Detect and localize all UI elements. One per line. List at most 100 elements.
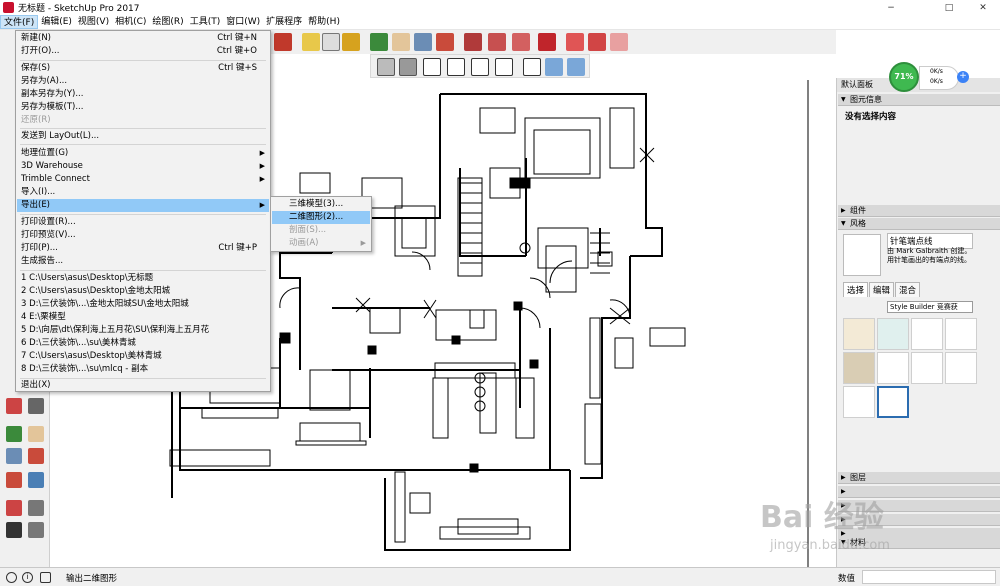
orbit-icon[interactable] bbox=[370, 33, 388, 51]
back-view-icon[interactable] bbox=[471, 58, 489, 76]
style-thumb[interactable] bbox=[945, 352, 977, 384]
menu-window[interactable]: 窗口(W) bbox=[223, 15, 263, 29]
menu-open[interactable]: 打开(O)... Ctrl 键+O bbox=[17, 45, 269, 58]
menu-save[interactable]: 保存(S) Ctrl 键+S bbox=[17, 62, 269, 75]
style-thumb[interactable] bbox=[911, 318, 943, 350]
tab-edit[interactable]: 编辑 bbox=[869, 282, 895, 297]
style-thumb[interactable] bbox=[843, 386, 875, 418]
pushpull-icon[interactable] bbox=[28, 398, 44, 414]
panel-layers[interactable]: ▶ 图层 bbox=[838, 472, 1000, 484]
paint-bucket-icon[interactable] bbox=[274, 33, 292, 51]
style-thumb[interactable] bbox=[945, 318, 977, 350]
menu-view[interactable]: 视图(V) bbox=[75, 15, 112, 29]
style-thumb-selected[interactable] bbox=[877, 386, 909, 418]
measurements-input[interactable] bbox=[862, 570, 996, 584]
menu-generate-report[interactable]: 生成报告... bbox=[17, 255, 269, 268]
style-collection-select[interactable]: Style Builder 竞赛获 bbox=[887, 301, 973, 313]
zoom-icon[interactable] bbox=[414, 33, 432, 51]
menu-geo-location[interactable]: 地理位置(G) ▶ bbox=[17, 147, 269, 160]
tab-mix[interactable]: 混合 bbox=[895, 282, 921, 297]
previous-view-icon[interactable] bbox=[28, 472, 44, 488]
menu-3d-warehouse[interactable]: 3D Warehouse ▶ bbox=[17, 160, 269, 173]
close-button[interactable]: ✕ bbox=[968, 0, 998, 15]
ruby-icon[interactable] bbox=[538, 33, 556, 51]
orbit-icon[interactable] bbox=[6, 426, 22, 442]
recent-file-6[interactable]: 6 D:\三伏装饰\...\su\美林青城 bbox=[17, 337, 269, 350]
left-view-icon[interactable] bbox=[495, 58, 513, 76]
style-thumb[interactable] bbox=[843, 352, 875, 384]
tape-measure-icon[interactable] bbox=[302, 33, 320, 51]
trimble-connect-icon[interactable] bbox=[566, 33, 584, 51]
front-view-icon[interactable] bbox=[423, 58, 441, 76]
export-3d-model[interactable]: 三维模型(3)... bbox=[272, 198, 370, 211]
info-status-icon[interactable]: i bbox=[22, 572, 33, 583]
style-thumb[interactable] bbox=[911, 352, 943, 384]
panel-components[interactable]: ▶ 组件 bbox=[838, 205, 1000, 217]
minimize-button[interactable]: − bbox=[876, 0, 906, 15]
recent-file-5[interactable]: 5 D:\向层\dt\保利海上五月花\SU\保利海上五月花 bbox=[17, 324, 269, 337]
iso-view-icon[interactable] bbox=[377, 58, 395, 76]
axes-icon[interactable] bbox=[342, 33, 360, 51]
menu-trimble-connect[interactable]: Trimble Connect ▶ bbox=[17, 173, 269, 186]
recent-file-8[interactable]: 8 D:\三伏装饰\...\su\mlcq - 副本 bbox=[17, 363, 269, 376]
menu-import[interactable]: 导入(I)... bbox=[17, 186, 269, 199]
share-model-icon[interactable] bbox=[512, 33, 530, 51]
warehouse-icon[interactable] bbox=[464, 33, 482, 51]
boost-plus-icon[interactable]: + bbox=[957, 71, 969, 83]
text-tool-icon[interactable] bbox=[322, 33, 340, 51]
export-2d-graphic[interactable]: 二维图形(2)... bbox=[272, 211, 370, 224]
pan-icon[interactable] bbox=[28, 426, 44, 442]
network-speed-widget[interactable]: 0K/s 0K/s 71% + bbox=[885, 60, 975, 96]
style-thumb[interactable] bbox=[843, 318, 875, 350]
menu-save-as[interactable]: 另存为(A)... bbox=[17, 75, 269, 88]
menu-tools[interactable]: 工具(T) bbox=[187, 15, 224, 29]
menu-new[interactable]: 新建(N) Ctrl 键+N bbox=[17, 32, 269, 45]
menu-draw[interactable]: 绘图(R) bbox=[149, 15, 186, 29]
menu-export[interactable]: 导出(E) ▶ bbox=[17, 199, 269, 212]
menu-send-to-layout[interactable]: 发送到 LayOut(L)... bbox=[17, 130, 269, 143]
pan-icon[interactable] bbox=[392, 33, 410, 51]
recent-file-4[interactable]: 4 E:\栗模型 bbox=[17, 311, 269, 324]
zoom-extents-icon[interactable] bbox=[436, 33, 454, 51]
section-display-icon[interactable] bbox=[545, 58, 563, 76]
geo-location-icon[interactable] bbox=[588, 33, 606, 51]
menu-print-setup[interactable]: 打印设置(R)... bbox=[17, 216, 269, 229]
menu-save-copy-as[interactable]: 副本另存为(Y)... bbox=[17, 88, 269, 101]
menu-print-preview[interactable]: 打印预览(V)... bbox=[17, 229, 269, 242]
position-camera-icon[interactable] bbox=[6, 500, 22, 516]
extension-warehouse-icon[interactable] bbox=[488, 33, 506, 51]
geo-location-status-icon[interactable] bbox=[6, 572, 17, 583]
recent-file-1[interactable]: 1 C:\Users\asus\Desktop\无标题 bbox=[17, 272, 269, 285]
measurements-label: 数值 bbox=[838, 574, 856, 584]
menu-extensions[interactable]: 扩展程序 bbox=[263, 15, 305, 29]
style-thumb[interactable] bbox=[877, 352, 909, 384]
zoom-extents-icon[interactable] bbox=[6, 472, 22, 488]
menu-file[interactable]: 文件(F) bbox=[0, 15, 39, 29]
panel-styles[interactable]: ▼ 风格 bbox=[838, 218, 1000, 230]
zoom-window-icon[interactable] bbox=[28, 448, 44, 464]
maximize-button[interactable]: □ bbox=[934, 0, 964, 15]
section-plane-icon[interactable] bbox=[523, 58, 541, 76]
menu-print[interactable]: 打印(P)... Ctrl 键+P bbox=[17, 242, 269, 255]
zoom-icon[interactable] bbox=[6, 448, 22, 464]
walk-icon[interactable] bbox=[6, 522, 22, 538]
report-icon[interactable] bbox=[610, 33, 628, 51]
menu-edit[interactable]: 编辑(E) bbox=[38, 15, 75, 29]
recent-file-2[interactable]: 2 C:\Users\asus\Desktop\金地太阳城 bbox=[17, 285, 269, 298]
look-around-icon[interactable] bbox=[28, 500, 44, 516]
user-status-icon[interactable] bbox=[40, 572, 51, 583]
expand-triangle-icon: ▶ bbox=[841, 474, 846, 481]
right-view-icon[interactable] bbox=[447, 58, 465, 76]
top-view-icon[interactable] bbox=[399, 58, 417, 76]
style-thumb[interactable] bbox=[877, 318, 909, 350]
recent-file-7[interactable]: 7 C:\Users\asus\Desktop\美林青城 bbox=[17, 350, 269, 363]
menu-exit[interactable]: 退出(X) bbox=[17, 379, 269, 392]
menu-help[interactable]: 帮助(H) bbox=[305, 15, 343, 29]
recent-file-3[interactable]: 3 D:\三伏装饰\...\金地太阳城SU\金地太阳城 bbox=[17, 298, 269, 311]
section-cut-icon[interactable] bbox=[567, 58, 585, 76]
section-plane-icon[interactable] bbox=[28, 522, 44, 538]
tab-select[interactable]: 选择 bbox=[843, 282, 869, 297]
menu-camera[interactable]: 相机(C) bbox=[112, 15, 149, 29]
move-icon[interactable] bbox=[6, 398, 22, 414]
menu-save-as-template[interactable]: 另存为模板(T)... bbox=[17, 101, 269, 114]
